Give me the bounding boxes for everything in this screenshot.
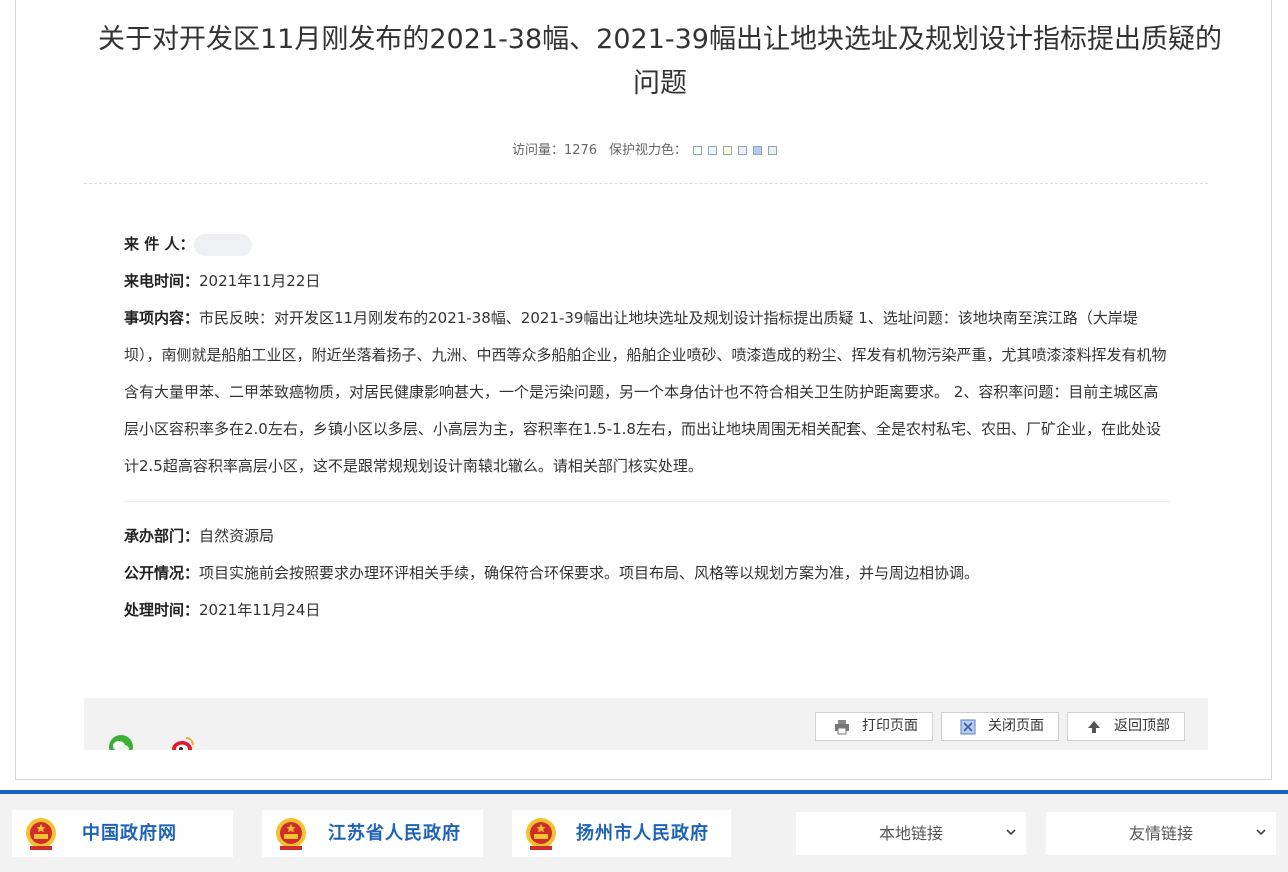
arrow-up-icon [1088,721,1100,733]
dept-label: 承办部门： [124,527,200,545]
dept-row: 承办部门：自然资源局 [124,518,1170,555]
site-footer: 中国政府网 江苏省人民政府 扬州市人民政府 本地链接 友情链接 [0,790,1288,872]
national-emblem-icon [526,818,556,850]
eye-care-label: 保护视力色： [609,143,688,158]
close-window-icon [960,719,976,735]
article-frame: 关于对开发区11月刚发布的2021-38幅、2021-39幅出让地块选址及规划设… [15,0,1272,780]
public-row: 公开情况：项目实施前会按照要求办理环评相关手续，确保符合环保要求。项目布局、风格… [124,555,1170,592]
national-emblem-icon [276,818,306,850]
page-toolbar: 打印页面 关闭页面 返回顶部 [84,698,1208,750]
eye-care-swatch-1[interactable] [693,146,703,155]
eye-care-swatches [687,143,778,158]
visits-count: 1276 [563,143,598,158]
close-page-button[interactable]: 关闭页面 [941,712,1059,741]
gov-link-label: 中国政府网 [82,823,177,844]
visits-label: 访问量： [511,143,564,158]
gov-link-jiangsu[interactable]: 江苏省人民政府 [262,810,483,857]
national-emblem-icon [26,818,56,850]
call-time-label: 来电时间： [124,272,200,290]
content-label: 事项内容： [124,309,200,327]
print-page-button[interactable]: 打印页面 [815,712,933,741]
weibo-share-icon[interactable] [170,734,196,750]
printer-icon [835,720,849,735]
eye-care-swatch-2[interactable] [708,146,718,155]
title-divider [84,183,1208,184]
friend-links-select[interactable]: 友情链接 [1046,812,1276,855]
letter-content: 来 件 人： 来电时间：2021年11月22日 事项内容：市民反映：对开发区11… [124,226,1170,629]
call-time-row: 来电时间：2021年11月22日 [124,263,1170,300]
dept-value: 自然资源局 [199,527,275,545]
sender-label: 来 件 人： [124,235,195,253]
content-text: 市民反映：对开发区11月刚发布的2021-38幅、2021-39幅出让地块选址及… [124,309,1167,475]
handle-time-row: 处理时间：2021年11月24日 [124,592,1170,629]
friend-links-label: 友情链接 [1128,824,1193,843]
chevron-down-icon [1256,829,1266,836]
article-meta: 访问量：1276 保护视力色： [16,142,1273,160]
local-links-select[interactable]: 本地链接 [796,812,1026,855]
sender-name-redacted [194,233,253,256]
back-to-top-button[interactable]: 返回顶部 [1067,712,1185,741]
close-page-label: 关闭页面 [988,718,1044,734]
handle-time-value: 2021年11月24日 [199,601,321,619]
gov-link-label: 江苏省人民政府 [328,823,461,844]
content-row: 事项内容：市民反映：对开发区11月刚发布的2021-38幅、2021-39幅出让… [124,300,1170,485]
content-divider [124,501,1170,502]
gov-link-yangzhou[interactable]: 扬州市人民政府 [512,810,731,857]
eye-care-swatch-3[interactable] [723,146,733,155]
public-label: 公开情况： [124,564,200,582]
wechat-share-icon[interactable] [108,734,134,750]
back-to-top-label: 返回顶部 [1114,718,1170,734]
print-page-label: 打印页面 [862,718,918,734]
handle-time-label: 处理时间： [124,601,200,619]
gov-link-label: 扬州市人民政府 [576,823,709,844]
public-value: 项目实施前会按照要求办理环评相关手续，确保符合环保要求。项目布局、风格等以规划方… [199,564,980,582]
gov-link-china[interactable]: 中国政府网 [12,810,233,857]
sender-row: 来 件 人： [124,226,1170,263]
eye-care-swatch-6[interactable] [768,146,778,155]
eye-care-swatch-4[interactable] [738,146,748,155]
chevron-down-icon [1006,829,1016,836]
eye-care-swatch-5[interactable] [753,146,763,155]
call-time-value: 2021年11月22日 [199,272,321,290]
page-title: 关于对开发区11月刚发布的2021-38幅、2021-39幅出让地块选址及规划设… [98,24,1222,99]
local-links-label: 本地链接 [878,824,943,843]
